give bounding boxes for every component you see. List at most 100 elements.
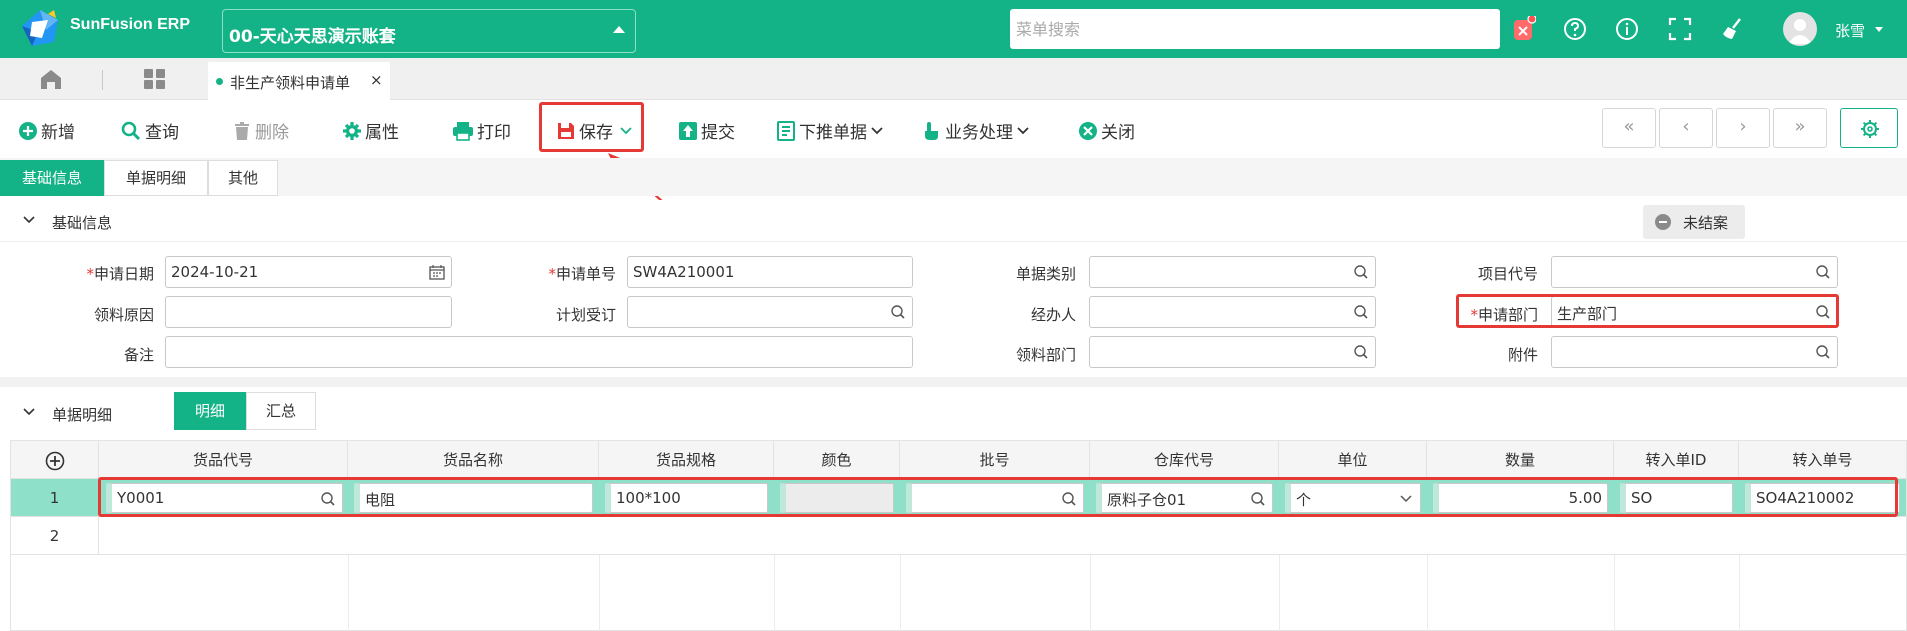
chevron-down-icon[interactable]	[22, 214, 36, 226]
gear-icon	[1861, 120, 1879, 138]
search-icon[interactable]	[1815, 344, 1831, 360]
account-selector[interactable]: 00-天心天思演示账套	[222, 9, 636, 53]
search-icon[interactable]	[1353, 304, 1369, 320]
chevron-down-icon	[1017, 126, 1029, 134]
col-unit[interactable]: 单位	[1279, 441, 1427, 479]
next-record-button[interactable]: ›	[1716, 108, 1770, 148]
search-icon[interactable]	[1353, 344, 1369, 360]
app-grid-icon[interactable]	[140, 66, 170, 92]
user-avatar-icon	[1788, 19, 1812, 44]
table-row[interactable]: 2	[11, 517, 1906, 555]
pick-dept-label: 领料部门	[1015, 346, 1076, 364]
add-row-icon[interactable]	[45, 451, 65, 471]
help-icon[interactable]	[1562, 16, 1588, 42]
tab-basic-info[interactable]: 基础信息	[0, 160, 104, 196]
calendar-icon[interactable]	[429, 264, 445, 280]
attachment-field[interactable]	[1551, 336, 1838, 368]
hand-pointer-icon	[925, 121, 938, 140]
apply-date-label: *申请日期	[86, 265, 154, 283]
doc-type-field[interactable]	[1089, 256, 1376, 288]
section-tab-bar: 基础信息 单据明细 其他	[0, 158, 1907, 196]
tab-detail[interactable]: 明细	[174, 392, 246, 430]
close-tab-icon[interactable]: ×	[370, 71, 383, 89]
account-name: 00-天心天思演示账套	[229, 27, 396, 47]
remark-field[interactable]	[165, 336, 913, 368]
tab-non-production-requisition[interactable]: 非生产领料申请单 ×	[208, 62, 390, 100]
handler-field[interactable]	[1089, 296, 1376, 328]
col-batch[interactable]: 批号	[900, 441, 1090, 479]
upload-arrow-icon	[679, 121, 697, 140]
col-source-id[interactable]: 转入单ID	[1614, 441, 1739, 479]
chevron-down-icon[interactable]	[22, 406, 36, 418]
search-icon[interactable]	[1815, 264, 1831, 280]
tab-other[interactable]: 其他	[208, 160, 278, 196]
col-color[interactable]: 颜色	[774, 441, 900, 479]
print-button[interactable]: 打印	[452, 118, 511, 143]
active-dot-icon	[216, 78, 223, 85]
business-process-button[interactable]: 业务处理	[922, 118, 1036, 143]
previous-record-button[interactable]: ‹	[1659, 108, 1713, 148]
apply-no-value: SW4A210001	[633, 263, 735, 281]
search-icon	[121, 121, 141, 140]
notification-icon[interactable]	[1510, 16, 1536, 42]
tab-label: 非生产领料申请单	[230, 74, 351, 92]
status-text: 未结案	[1683, 214, 1729, 232]
push-down-button[interactable]: 下推单据	[776, 118, 890, 143]
col-item-name[interactable]: 货品名称	[348, 441, 599, 479]
list-document-icon	[777, 120, 795, 141]
project-code-field[interactable]	[1551, 256, 1838, 288]
query-label: 查询	[145, 123, 179, 143]
user-name[interactable]: 张雪	[1835, 20, 1865, 41]
apply-date-field[interactable]: 2024-10-21	[165, 256, 452, 288]
column-divider	[599, 555, 600, 631]
last-record-button[interactable]: »	[1773, 108, 1827, 148]
basic-info-title: 基础信息	[52, 214, 113, 232]
brand-name: SunFusion ERP	[70, 16, 190, 33]
properties-button[interactable]: 属性	[342, 118, 399, 143]
settings-button[interactable]	[1840, 108, 1898, 148]
close-button[interactable]: 关闭	[1078, 118, 1135, 143]
clear-cache-broom-icon[interactable]	[1720, 16, 1746, 42]
delete-button[interactable]: 删除	[232, 118, 289, 143]
pick-dept-field[interactable]	[1089, 336, 1376, 368]
search-icon[interactable]	[890, 304, 906, 320]
info-icon[interactable]	[1614, 16, 1640, 42]
column-divider	[900, 555, 901, 631]
business-process-label: 业务处理	[945, 123, 1013, 143]
first-record-button[interactable]: «	[1602, 108, 1656, 148]
new-button[interactable]: 新增	[18, 118, 75, 143]
apply-no-label: *申请单号	[548, 265, 616, 283]
col-quantity[interactable]: 数量	[1427, 441, 1614, 479]
add-row-cell[interactable]	[11, 441, 99, 479]
push-down-label: 下推单据	[799, 123, 867, 143]
doc-type-label: 单据类别	[1015, 265, 1076, 283]
delete-label: 删除	[255, 123, 289, 143]
col-item-spec[interactable]: 货品规格	[599, 441, 774, 479]
search-icon[interactable]	[1353, 264, 1369, 280]
query-button[interactable]: 查询	[120, 118, 179, 143]
basic-info-header[interactable]: 基础信息	[0, 200, 1907, 242]
tab-summary[interactable]: 汇总	[246, 392, 316, 430]
tab-divider	[102, 70, 103, 90]
avatar[interactable]	[1783, 12, 1817, 46]
column-divider	[1614, 555, 1615, 631]
caret-up-icon	[613, 26, 625, 33]
menu-search-input[interactable]	[1010, 9, 1500, 49]
pick-reason-field[interactable]	[165, 296, 452, 328]
col-source-no[interactable]: 转入单号	[1739, 441, 1906, 479]
apply-no-field[interactable]: SW4A210001	[627, 256, 913, 288]
tab-document-detail[interactable]: 单据明细	[104, 160, 208, 196]
col-item-code[interactable]: 货品代号	[99, 441, 348, 479]
attachment-label: 附件	[1507, 346, 1538, 364]
sunfusion-logo-icon	[22, 10, 58, 46]
submit-button[interactable]: 提交	[678, 118, 735, 143]
plan-order-field[interactable]	[627, 296, 913, 328]
col-warehouse[interactable]: 仓库代号	[1090, 441, 1279, 479]
row-number: 2	[11, 517, 99, 555]
home-icon[interactable]	[28, 66, 74, 92]
chevron-down-icon[interactable]	[1875, 27, 1883, 32]
section-divider	[0, 377, 1907, 387]
column-divider	[1279, 555, 1280, 631]
print-label: 打印	[477, 123, 511, 143]
fullscreen-icon[interactable]	[1667, 16, 1693, 42]
